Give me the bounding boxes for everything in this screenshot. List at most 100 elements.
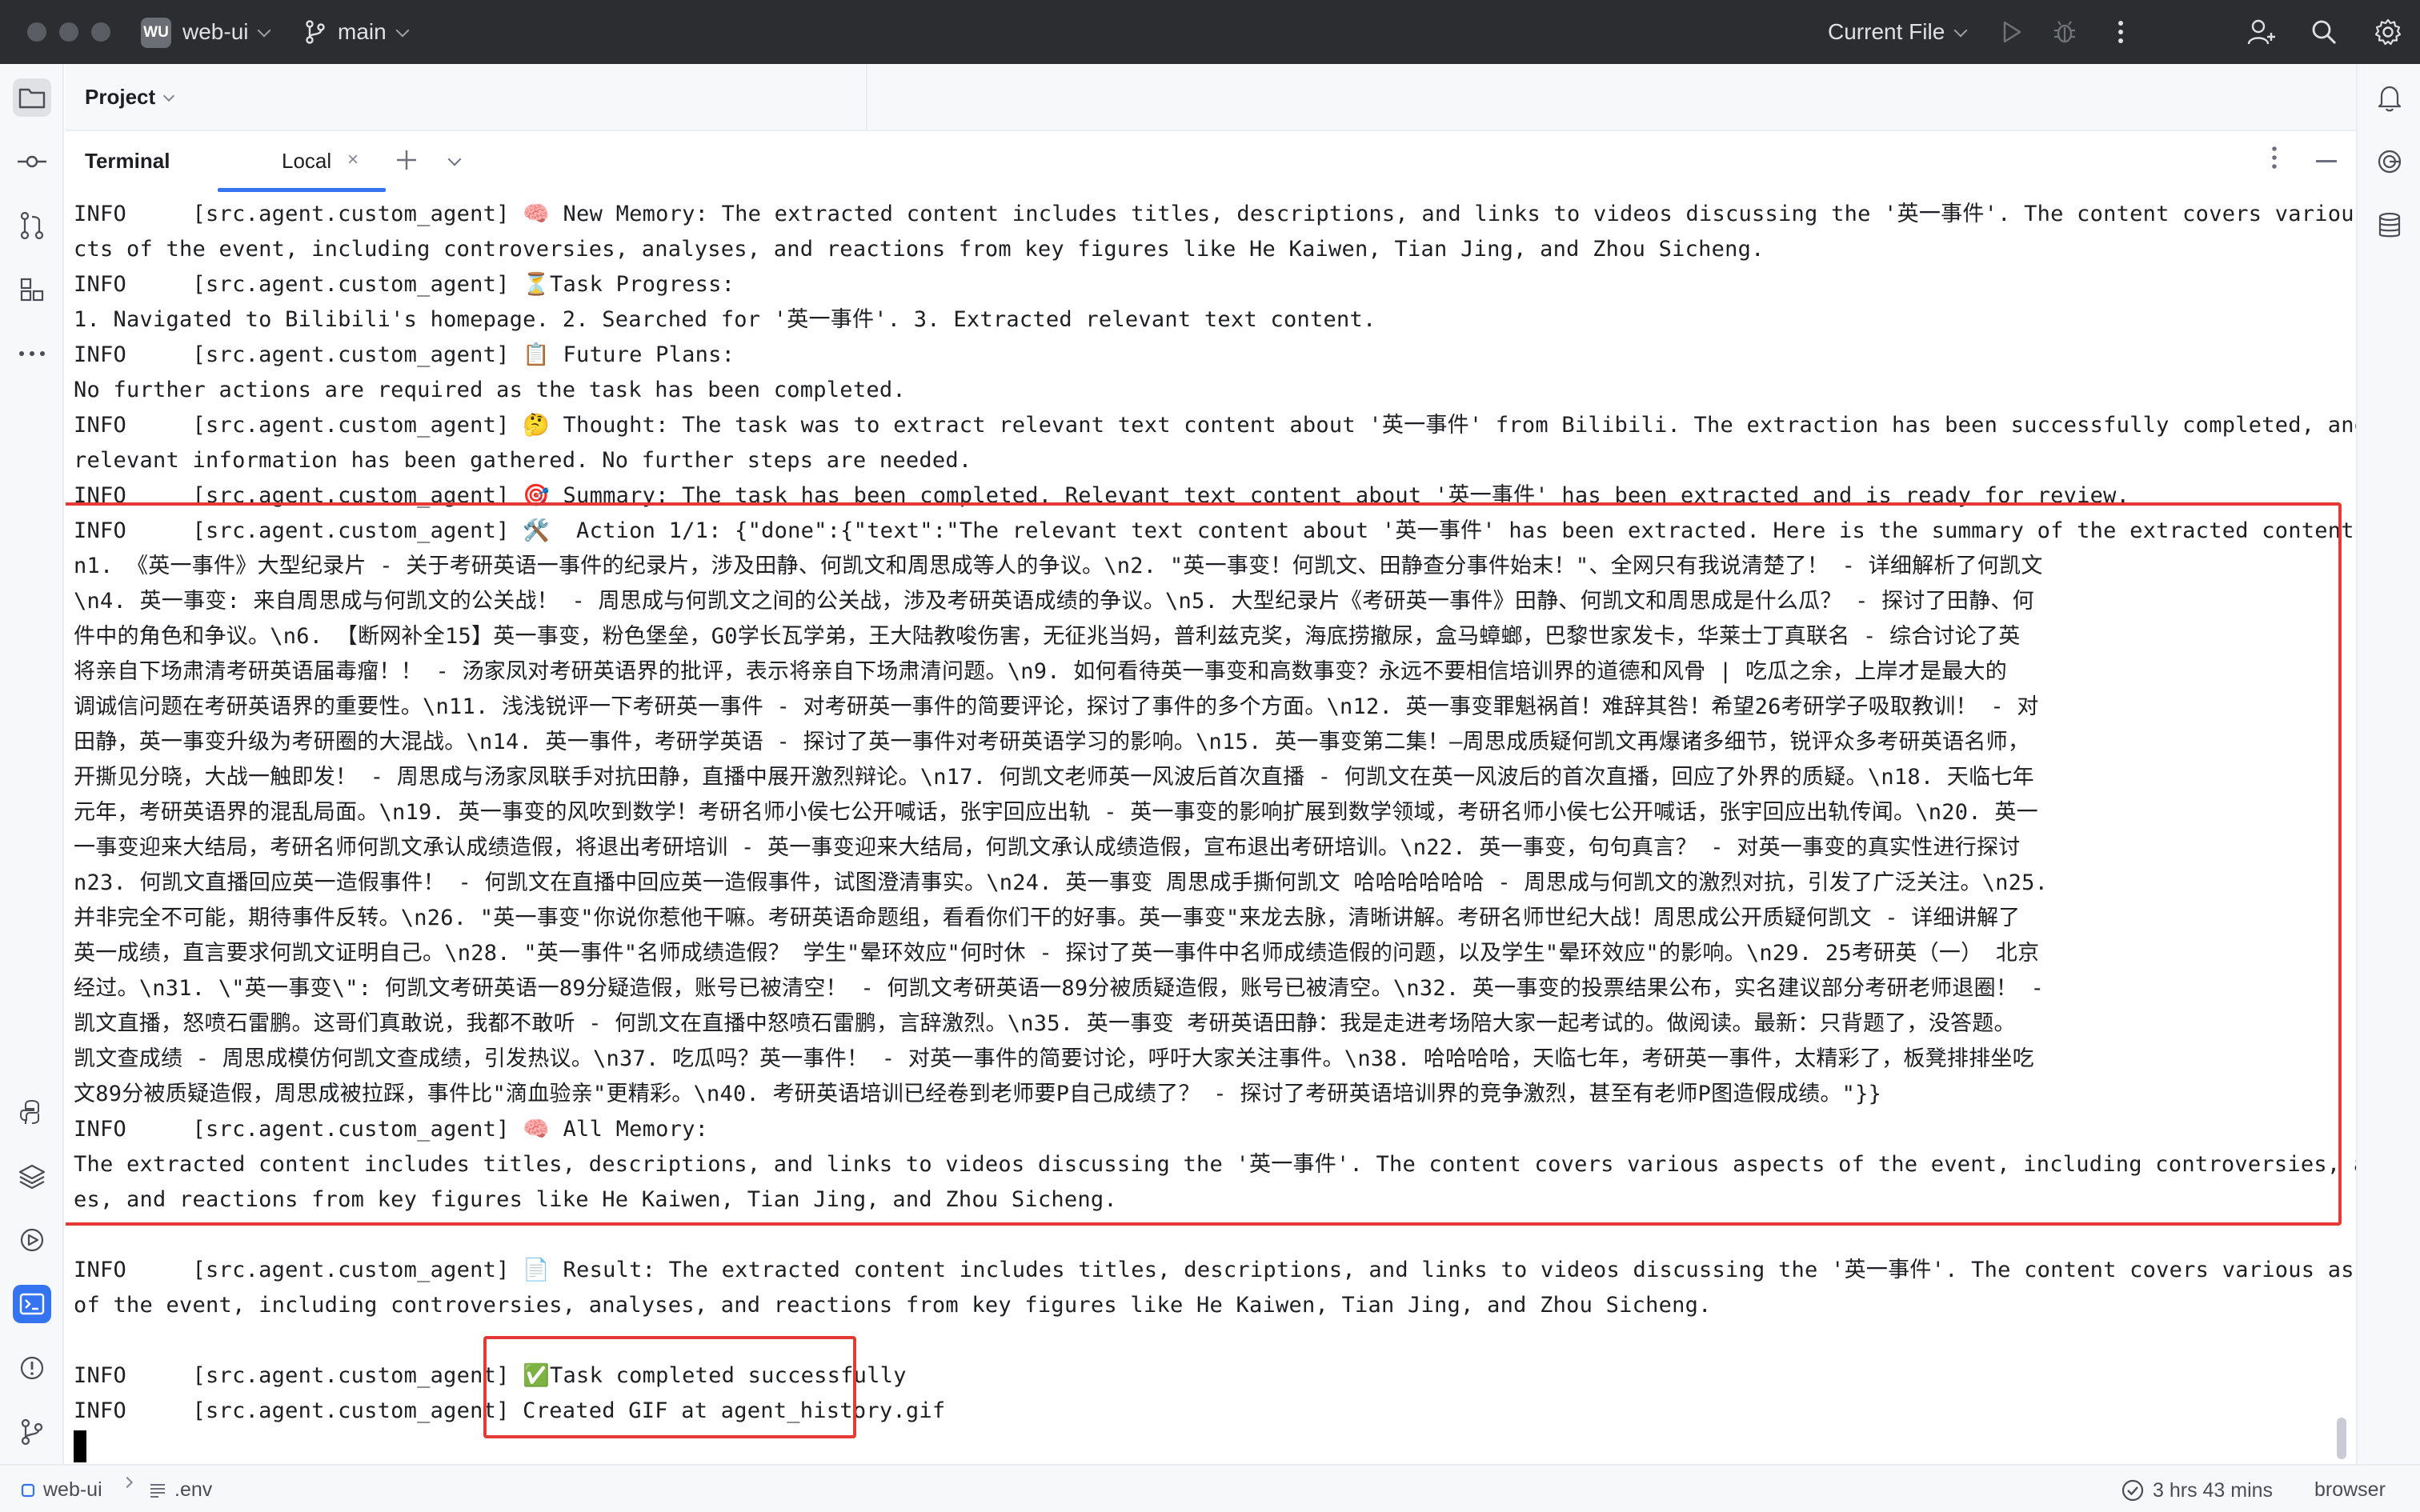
status-project-name: web-ui <box>43 1478 102 1501</box>
close-icon[interactable]: × <box>347 149 359 171</box>
panel-divider <box>866 64 867 131</box>
zoom-window-button[interactable] <box>91 22 110 42</box>
python-packages-icon[interactable] <box>13 1093 51 1131</box>
terminal-line: 元年，考研英语界的混乱局面。\n19. 英一事变的风吹到数学！考研名师小侯七公开… <box>74 800 2038 825</box>
terminal-cursor <box>74 1430 86 1462</box>
terminal-line: INFO [src.agent.custom_agent] 🧠 All Memo… <box>74 1117 709 1142</box>
chevron-down-icon <box>257 23 271 38</box>
project-name: web-ui <box>182 19 249 44</box>
terminal-line: 件中的角色和争议。\n6. 【断网补全15】英一事变，粉色堡垒，G0学长瓦学弟，… <box>74 624 2021 649</box>
layers-icon[interactable] <box>13 1157 51 1195</box>
branch-name: main <box>338 19 387 44</box>
terminal-line: INFO [src.agent.custom_agent] ⏳Task Prog… <box>74 272 735 297</box>
database-icon[interactable] <box>2370 206 2409 245</box>
chevron-down-icon <box>447 152 462 166</box>
terminal-line: INFO [src.agent.custom_agent] 📋 Future P… <box>74 342 735 367</box>
project-folder-icon[interactable] <box>13 78 51 117</box>
terminal-line: 凯文查成绩 - 周思成模仿何凯文查成绩，引发热议。\n37. 吃瓜吗？英一事件！… <box>74 1046 2034 1071</box>
terminal-scrollbar[interactable] <box>2337 1418 2346 1459</box>
terminal-line: n1. 《英一事件》大型纪录片 - 关于考研英语一事件的纪录片，涉及田静、何凯文… <box>74 554 2043 578</box>
terminal-line: 文89分被质疑造假，周思成被拉踩，事件比"滴血验亲"更精彩。\n40. 考研英语… <box>74 1082 1882 1106</box>
terminal-line: No further actions are required as the t… <box>74 378 906 402</box>
text-file-icon <box>150 1483 165 1498</box>
chevron-down-icon <box>1953 23 1968 38</box>
terminal-line: 将亲自下场肃清考研英语届毒瘤！！ - 汤家凤对考研英语界的批评，表示将亲自下场肃… <box>74 659 2008 684</box>
terminal-line: 开撕见分晓，大战一触即发！ - 周思成与汤家凤联手对抗田静，直播中展开激烈辩论。… <box>74 765 2034 790</box>
left-tool-strip <box>0 64 64 1464</box>
terminal-header: Terminal Local × <box>66 131 2356 192</box>
close-window-button[interactable] <box>27 22 46 42</box>
title-bar: WU web-ui main Current File <box>0 0 2420 64</box>
terminal-line: INFO [src.agent.custom_agent] 🤔 Thought:… <box>74 413 2356 438</box>
terminal-line: 一事变迎来大结局，考研名师何凯文承认成绩造假，将退出考研培训 - 英一事变迎来大… <box>74 835 2021 860</box>
terminal-title: Terminal <box>85 149 170 173</box>
branch-switcher[interactable]: main <box>338 19 410 45</box>
check-circle-icon <box>2122 1479 2144 1502</box>
terminal-line: 田静，英一事变升级为考研圈的大混战。\n14. 英一事件，考研学英语 - 探讨了… <box>74 730 2030 754</box>
pull-requests-icon[interactable] <box>13 206 51 245</box>
terminal-line: INFO [src.agent.custom_agent] 🛠️ Action … <box>74 518 2356 543</box>
status-project[interactable]: web-ui <box>21 1478 102 1502</box>
chevron-down-icon <box>163 90 175 102</box>
problems-icon[interactable] <box>13 1349 51 1387</box>
chevron-right-icon <box>121 1476 134 1489</box>
new-tab-plus-icon[interactable] <box>395 142 418 179</box>
settings-gear-icon[interactable] <box>2372 16 2404 48</box>
search-icon[interactable] <box>2308 16 2340 48</box>
terminal-line: of the event, including controversies, a… <box>74 1293 1712 1318</box>
tab-options-dropdown[interactable] <box>439 146 462 172</box>
status-file[interactable]: .env <box>149 1478 212 1502</box>
status-browser-label: browser <box>2314 1478 2386 1501</box>
project-switcher[interactable]: web-ui <box>182 19 271 45</box>
minimize-window-button[interactable] <box>59 22 78 42</box>
tab-local-label: Local <box>282 149 332 173</box>
right-tool-strip <box>2356 64 2420 1464</box>
terminal-line: cts of the event, including controversie… <box>74 237 1765 262</box>
status-file-name: .env <box>174 1478 213 1501</box>
tab-local[interactable]: Local × <box>218 131 386 192</box>
project-panel-label: Project <box>85 85 156 109</box>
git-icon[interactable] <box>13 1413 51 1451</box>
ai-assistant-icon[interactable] <box>2370 142 2409 181</box>
terminal-line: \n4. 英一事变: 来自周思成与何凯文的公关战！ - 周思成与何凯文之间的公关… <box>74 589 2034 614</box>
terminal-line: The extracted content includes titles, d… <box>74 1152 2356 1177</box>
active-tab-indicator <box>218 188 386 192</box>
terminal-line: n23. 何凯文直播回应英一造假事件！ - 何凯文在直播中回应英一造假事件，试图… <box>74 870 2049 895</box>
window-controls[interactable] <box>27 22 110 42</box>
terminal-line: 英一成绩，直言要求何凯文证明自己。\n28. "英一事件"名师成绩造假？ 学生"… <box>74 941 2040 966</box>
terminal-line: es, and reactions from key figures like … <box>74 1187 1117 1212</box>
status-bar: web-ui .env 3 hrs 43 mins browser <box>0 1464 2420 1512</box>
status-browser[interactable]: browser <box>2314 1478 2386 1502</box>
more-tools-icon[interactable] <box>13 334 51 373</box>
terminal-line: INFO [src.agent.custom_agent] 🧠 New Memo… <box>74 202 2356 226</box>
status-time: 3 hrs 43 mins <box>2153 1478 2274 1502</box>
breadcrumb-separator <box>121 1476 134 1489</box>
commit-icon[interactable] <box>13 142 51 181</box>
run-icon[interactable] <box>1996 16 2028 48</box>
structure-icon[interactable] <box>13 270 51 309</box>
terminal-line: INFO [src.agent.custom_agent] ✅Task comp… <box>74 1363 907 1388</box>
terminal-line: INFO [src.agent.custom_agent] 🎯 Summary:… <box>74 483 2130 508</box>
git-branch-icon[interactable] <box>304 19 327 45</box>
terminal-line: 1. Navigated to Bilibili's homepage. 2. … <box>74 307 1376 332</box>
run-configuration-selector[interactable]: Current File <box>1828 19 1968 45</box>
debug-icon[interactable] <box>2049 16 2081 48</box>
terminal-line: INFO [src.agent.custom_agent] Created GI… <box>74 1398 946 1423</box>
terminal-line: INFO [src.agent.custom_agent] 📄 Result: … <box>74 1258 2356 1282</box>
services-icon[interactable] <box>13 1221 51 1259</box>
project-panel-title[interactable]: Project <box>85 85 175 110</box>
terminal-line: 凯文直播，怒喷石雷鹏。这哥们真敢说，我都不敢听 - 何凯文在直播中怒喷石雷鹏，言… <box>74 1011 2016 1036</box>
minimize-panel-icon[interactable] <box>2316 160 2337 162</box>
module-icon <box>21 1483 35 1497</box>
terminal-output[interactable]: INFO [src.agent.custom_agent] 🧠 New Memo… <box>66 194 2356 1464</box>
status-time-tracker[interactable]: 3 hrs 43 mins <box>2121 1478 2273 1502</box>
terminal-line: 并非完全不可能，期待事件反转。\n26. "英一事变"你说你惹他干嘛。考研英语命… <box>74 906 2021 930</box>
project-panel-header: Project <box>66 64 2356 131</box>
add-user-icon[interactable] <box>2246 16 2278 48</box>
project-badge[interactable]: WU <box>141 18 171 48</box>
terminal-line: relevant information has been gathered. … <box>74 448 972 473</box>
terminal-icon[interactable] <box>13 1285 51 1323</box>
notifications-bell-icon[interactable] <box>2370 78 2409 117</box>
more-actions-icon[interactable] <box>2105 16 2137 48</box>
terminal-options-icon[interactable] <box>2271 146 2278 174</box>
